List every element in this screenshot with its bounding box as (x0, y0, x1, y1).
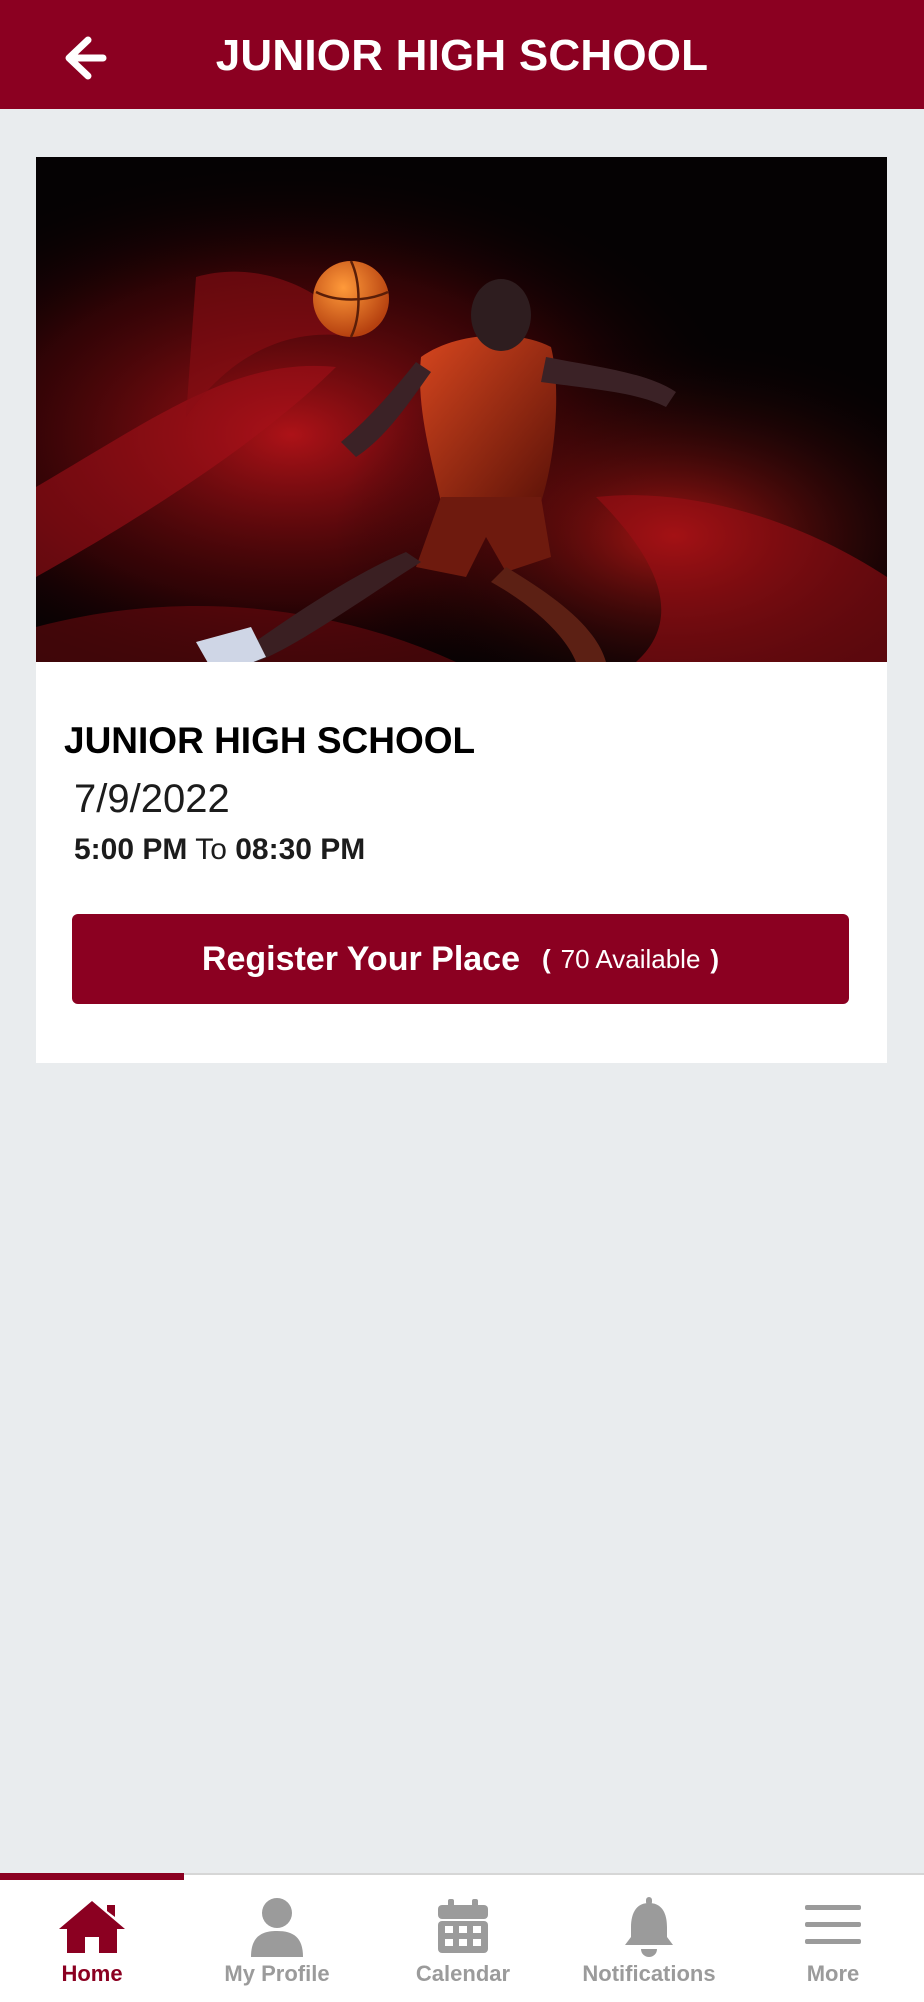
app-header: JUNIOR HIGH SCHOOL (0, 0, 924, 109)
menu-icon (805, 1905, 861, 1944)
user-icon (251, 1898, 303, 1957)
event-card[interactable]: JUNIOR HIGH SCHOOL 7/9/2022 5:00 PM To 0… (36, 157, 887, 1063)
tab-notifications[interactable]: Notifications (556, 1875, 742, 2002)
availability-count: (70 Available) (542, 944, 719, 975)
tab-my-profile[interactable]: My Profile (184, 1875, 370, 2002)
paren-close: ) (710, 943, 720, 974)
tab-label-profile: My Profile (224, 1961, 330, 1986)
event-title: JUNIOR HIGH SCHOOL (64, 720, 476, 761)
available-text: 70 Available (560, 943, 701, 974)
tab-label-calendar: Calendar (415, 1961, 511, 1986)
calendar-icon (438, 1899, 488, 1953)
tab-label-home: Home (61, 1961, 123, 1986)
tab-label-more: More (806, 1961, 860, 1986)
event-time: 5:00 PM To 08:30 PM (74, 833, 365, 867)
event-end-time: 08:30 PM (235, 833, 366, 866)
home-icon (59, 1901, 125, 1953)
register-label: Register Your Place (201, 939, 520, 978)
time-separator: To (195, 833, 227, 866)
page-title: JUNIOR HIGH SCHOOL (215, 31, 709, 80)
event-start-time: 5:00 PM (74, 833, 188, 866)
event-image (36, 157, 887, 662)
tab-label-notifications: Notifications (582, 1961, 716, 1986)
bell-icon (625, 1897, 673, 1957)
bottom-tab-bar: Home My Profile Calendar Notifications M… (0, 1873, 924, 2002)
paren-open: ( (542, 943, 551, 974)
tab-home[interactable]: Home (0, 1875, 184, 2002)
tab-more[interactable]: More (742, 1875, 924, 2002)
register-button[interactable]: Register Your Place (70 Available) (72, 914, 849, 1004)
event-date: 7/9/2022 (74, 777, 230, 821)
tab-calendar[interactable]: Calendar (370, 1875, 556, 2002)
